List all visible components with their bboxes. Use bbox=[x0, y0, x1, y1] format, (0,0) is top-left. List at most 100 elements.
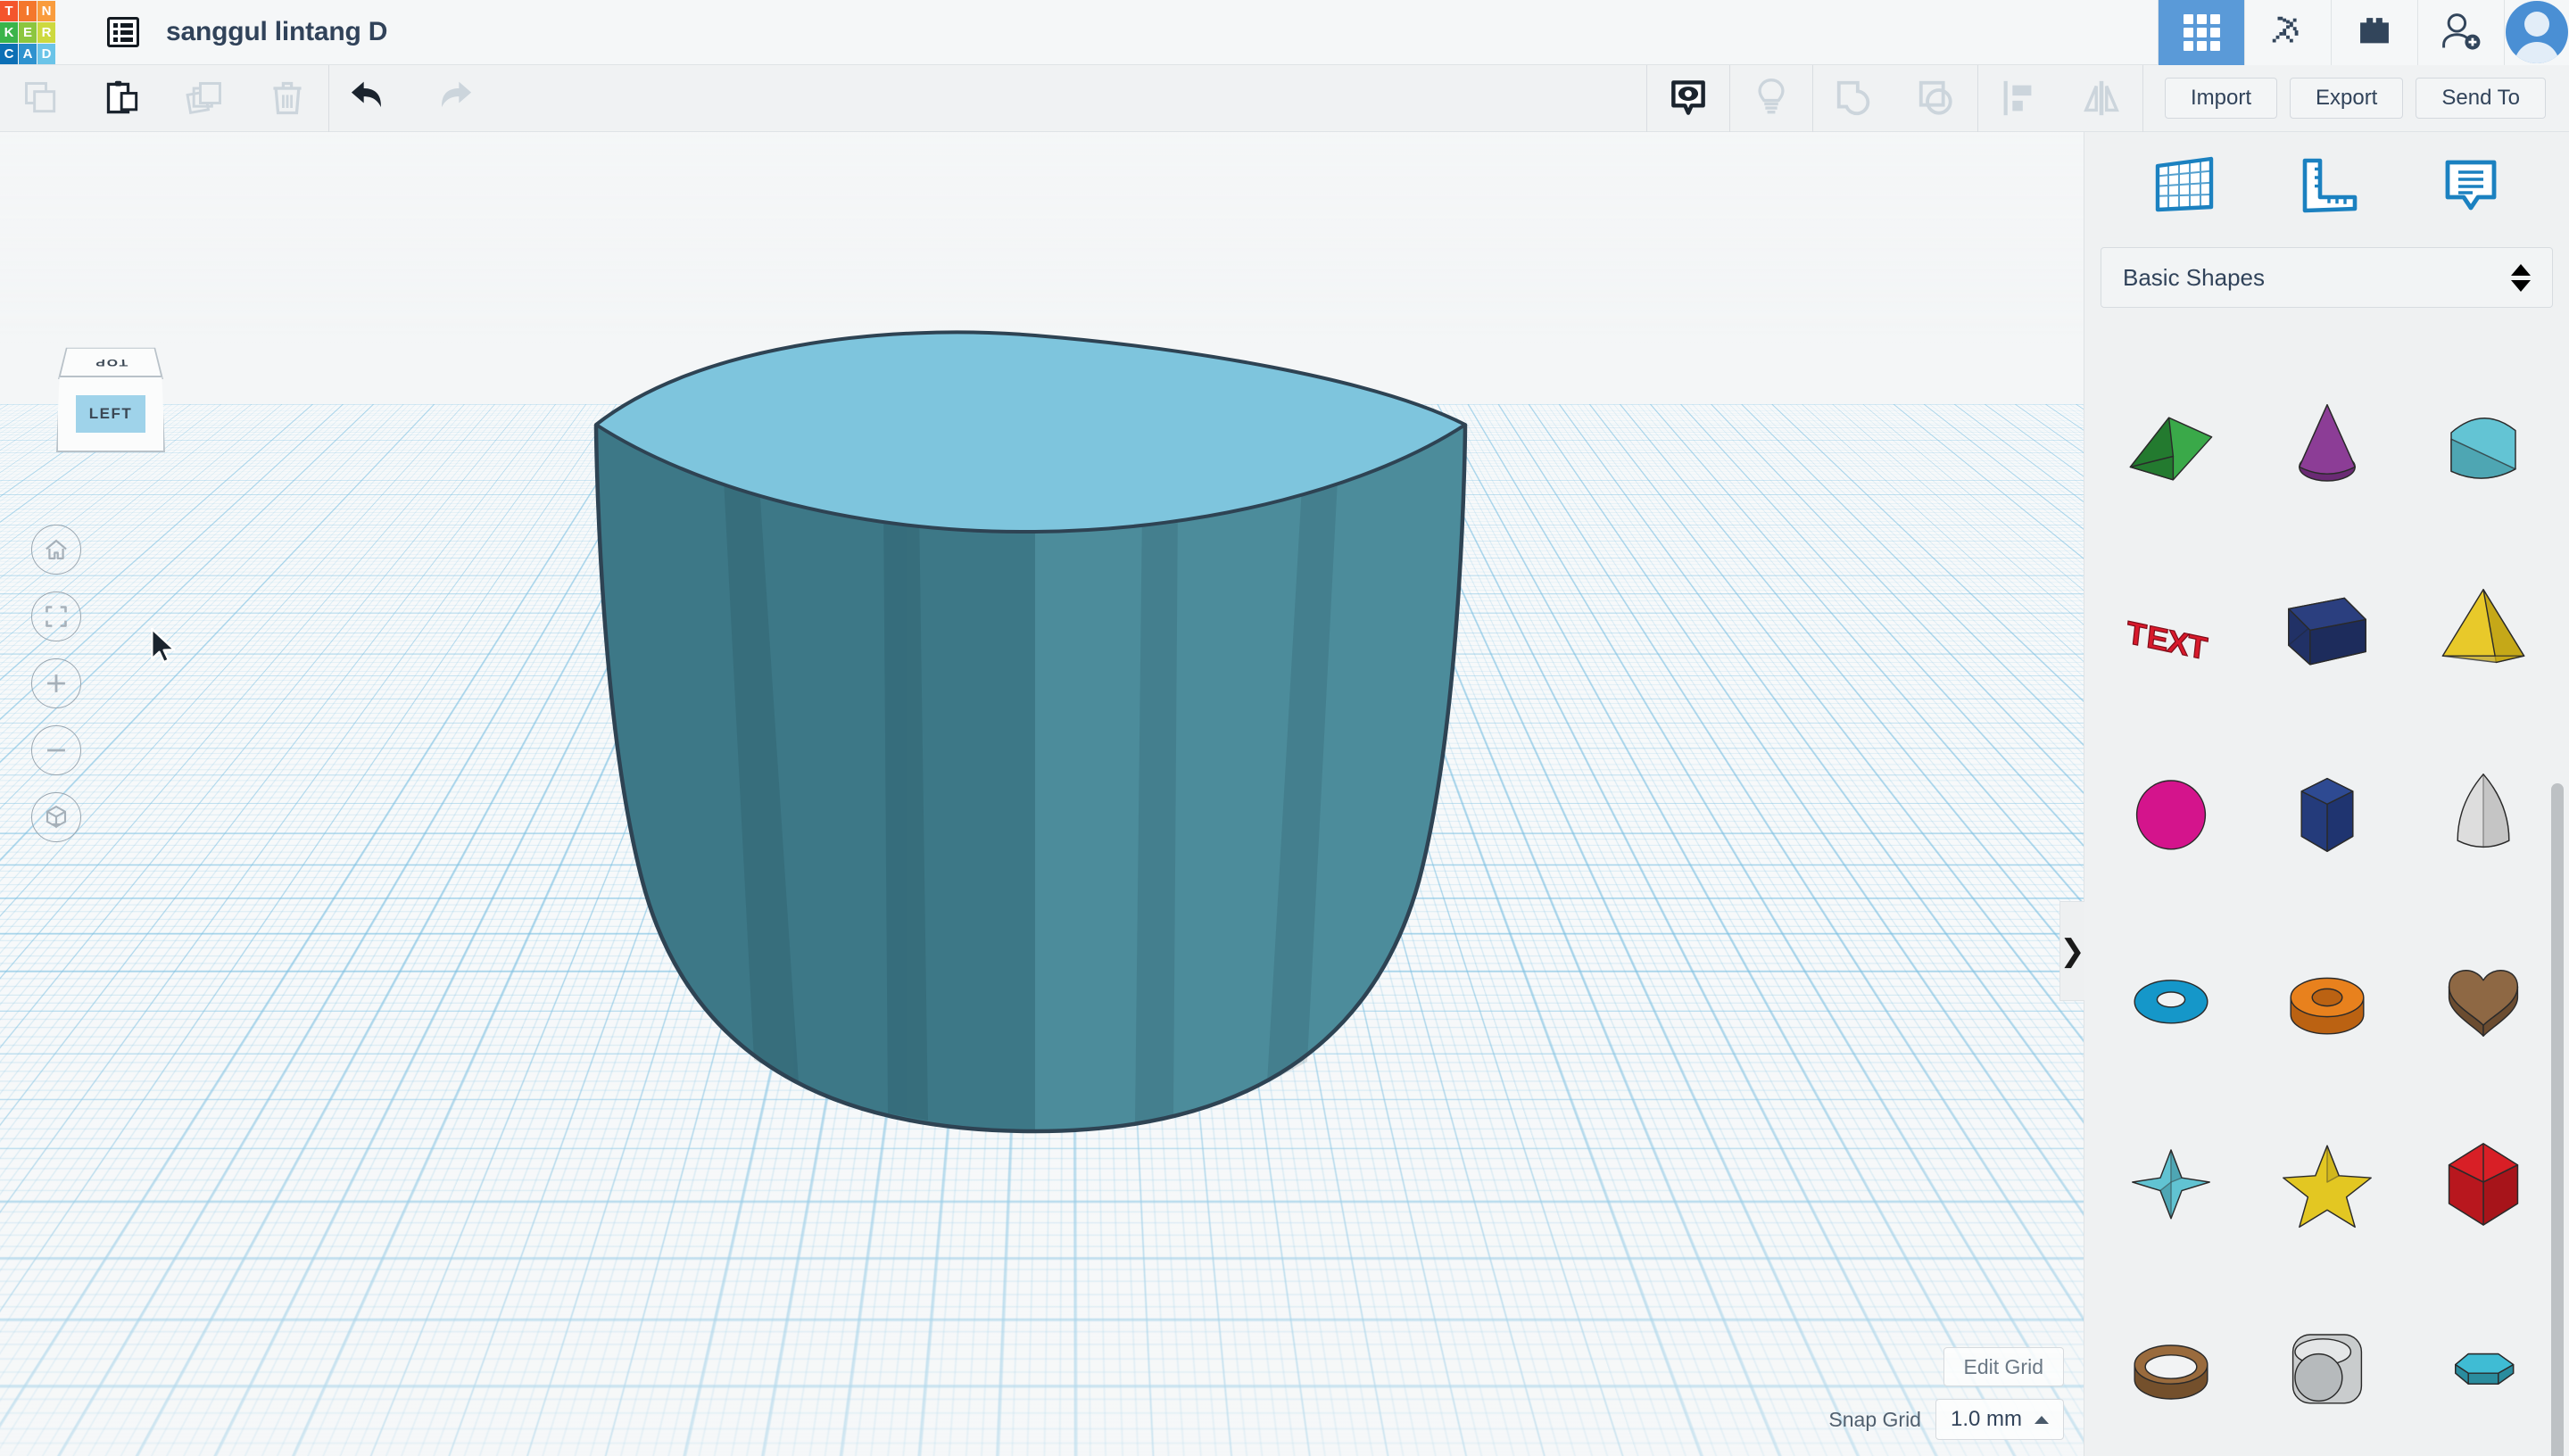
grid-icon bbox=[2183, 13, 2220, 51]
cylinder-shape-svg bbox=[593, 330, 1468, 1134]
shape-round-roof[interactable] bbox=[2256, 1295, 2399, 1438]
view-cube-front-face[interactable]: LEFT bbox=[56, 376, 165, 452]
paste-button[interactable] bbox=[82, 65, 164, 132]
shape-star[interactable] bbox=[2256, 1111, 2399, 1253]
half-cylinder-icon bbox=[2449, 417, 2516, 479]
sphere-icon bbox=[2136, 779, 2207, 850]
cone-icon bbox=[2299, 403, 2356, 482]
gem-icon bbox=[2454, 1353, 2514, 1385]
shape-sphere[interactable] bbox=[2100, 741, 2242, 884]
mouse-cursor-icon bbox=[151, 627, 176, 664]
logo-tile-k: K bbox=[0, 21, 18, 43]
invite-button[interactable] bbox=[2417, 0, 2504, 65]
fit-to-view-button[interactable] bbox=[31, 592, 81, 641]
shape-polyhedron[interactable] bbox=[2412, 1111, 2555, 1253]
logo-tile-i: I bbox=[19, 0, 37, 21]
page-title[interactable]: sanggul lintang D bbox=[166, 17, 387, 47]
view-cube-top-face[interactable]: TOP bbox=[58, 347, 163, 379]
cylinder-shape[interactable] bbox=[589, 328, 1481, 1176]
shape-heart[interactable] bbox=[2412, 926, 2555, 1069]
designs-grid-button[interactable] bbox=[2158, 0, 2244, 65]
duplicate-button[interactable] bbox=[164, 65, 246, 132]
redo-arrow-icon bbox=[442, 81, 472, 108]
person-add-icon bbox=[2442, 13, 2481, 50]
shape-star-burst[interactable] bbox=[2100, 1111, 2242, 1253]
duplicate-icon bbox=[186, 82, 221, 114]
top-bar: TINKERCAD sanggul lintang D bbox=[0, 0, 2569, 65]
user-avatar[interactable] bbox=[2504, 0, 2569, 65]
mirror-button[interactable] bbox=[2060, 65, 2142, 132]
view-cube-left-label: LEFT bbox=[88, 405, 133, 422]
shape-tube[interactable] bbox=[2256, 926, 2399, 1069]
ungroup-button[interactable] bbox=[1895, 65, 1977, 132]
shape-torus[interactable] bbox=[2100, 926, 2242, 1069]
logo-tile-e: E bbox=[19, 21, 37, 43]
pyramid-icon bbox=[2441, 588, 2524, 663]
shape-half-cylinder[interactable] bbox=[2412, 372, 2555, 515]
align-button[interactable] bbox=[1978, 65, 2060, 132]
zoom-in-button[interactable] bbox=[31, 658, 81, 708]
box-icon bbox=[2288, 597, 2366, 666]
ruler-button[interactable] bbox=[2298, 154, 2358, 213]
snap-grid-value: 1.0 mm bbox=[1950, 1407, 2022, 1431]
lego-brick-icon bbox=[2360, 18, 2389, 44]
light-button[interactable] bbox=[1730, 65, 1812, 132]
shape-wedge[interactable] bbox=[2100, 372, 2242, 515]
shape-box[interactable] bbox=[2256, 557, 2399, 699]
home-icon bbox=[46, 539, 67, 560]
zoom-out-button[interactable] bbox=[31, 725, 81, 775]
logo-tile-d: D bbox=[37, 43, 55, 64]
lightbulb-icon bbox=[1758, 79, 1785, 114]
group-button[interactable] bbox=[1813, 65, 1895, 132]
edit-grid-button[interactable]: Edit Grid bbox=[1943, 1347, 2064, 1386]
undo-button[interactable] bbox=[329, 65, 411, 132]
view-cube[interactable]: TOP LEFT bbox=[49, 324, 183, 664]
tinkercad-logo[interactable]: TINKERCAD bbox=[0, 0, 55, 65]
torus-icon bbox=[2134, 979, 2209, 1024]
shape-paraboloid[interactable] bbox=[2412, 741, 2555, 884]
redo-button[interactable] bbox=[411, 65, 493, 132]
shape-gem[interactable] bbox=[2412, 1295, 2555, 1438]
shape-ring[interactable] bbox=[2100, 1295, 2242, 1438]
logo-tile-t: T bbox=[0, 0, 18, 21]
import-button[interactable]: Import bbox=[2164, 78, 2277, 119]
snap-grid-row: Snap Grid 1.0 mm bbox=[1828, 1399, 2064, 1440]
home-view-button[interactable] bbox=[31, 525, 81, 575]
minecraft-button[interactable] bbox=[2244, 0, 2331, 65]
workplane-button[interactable] bbox=[2152, 154, 2217, 213]
collapse-panel-button[interactable]: ❯ bbox=[2059, 901, 2085, 1001]
snap-grid-select[interactable]: 1.0 mm bbox=[1935, 1399, 2064, 1440]
snap-grid-label: Snap Grid bbox=[1828, 1407, 1921, 1431]
view-cube-top-label: TOP bbox=[93, 357, 128, 368]
shapes-panel: ❯ Basic Shapes T E X T bbox=[2059, 132, 2569, 1456]
polyhedron-icon bbox=[2448, 1142, 2518, 1226]
shape-cone[interactable] bbox=[2256, 372, 2399, 515]
show-hide-button[interactable] bbox=[1647, 65, 1729, 132]
shape-polygon[interactable] bbox=[2256, 741, 2399, 884]
shape-text[interactable]: TEXT bbox=[2100, 557, 2242, 699]
logo-tile-r: R bbox=[37, 21, 55, 43]
workplane-grid-icon bbox=[2155, 156, 2214, 211]
grid-controls: Edit Grid Snap Grid 1.0 mm bbox=[1828, 1347, 2064, 1440]
shape-library-grid: TEXT bbox=[2084, 351, 2569, 1456]
blocks-button[interactable] bbox=[2331, 0, 2417, 65]
export-button[interactable]: Export bbox=[2289, 78, 2404, 119]
shape-pyramid[interactable] bbox=[2412, 557, 2555, 699]
ortho-perspective-button[interactable] bbox=[31, 792, 81, 842]
workplane-canvas[interactable]: TOP LEFT Edit Grid Snap Grid 1.0 mm bbox=[0, 132, 2084, 1456]
copy-button[interactable] bbox=[0, 65, 82, 132]
svg-text:T: T bbox=[2186, 626, 2209, 666]
delete-button[interactable] bbox=[246, 65, 328, 132]
note-button[interactable] bbox=[2441, 154, 2501, 213]
undo-arrow-icon bbox=[351, 81, 381, 108]
svg-text:T: T bbox=[2125, 614, 2148, 654]
ruler-icon bbox=[2303, 158, 2358, 212]
logo-tile-a: A bbox=[19, 43, 37, 64]
project-menu-button[interactable] bbox=[104, 12, 143, 52]
shape-category-select[interactable]: Basic Shapes bbox=[2101, 247, 2553, 308]
view-cube-left-face[interactable]: LEFT bbox=[76, 395, 145, 433]
plus-icon bbox=[47, 674, 65, 692]
copy-icon bbox=[25, 82, 56, 113]
send-to-button[interactable]: Send To bbox=[2416, 78, 2546, 119]
panel-scrollbar[interactable] bbox=[2551, 783, 2564, 1456]
